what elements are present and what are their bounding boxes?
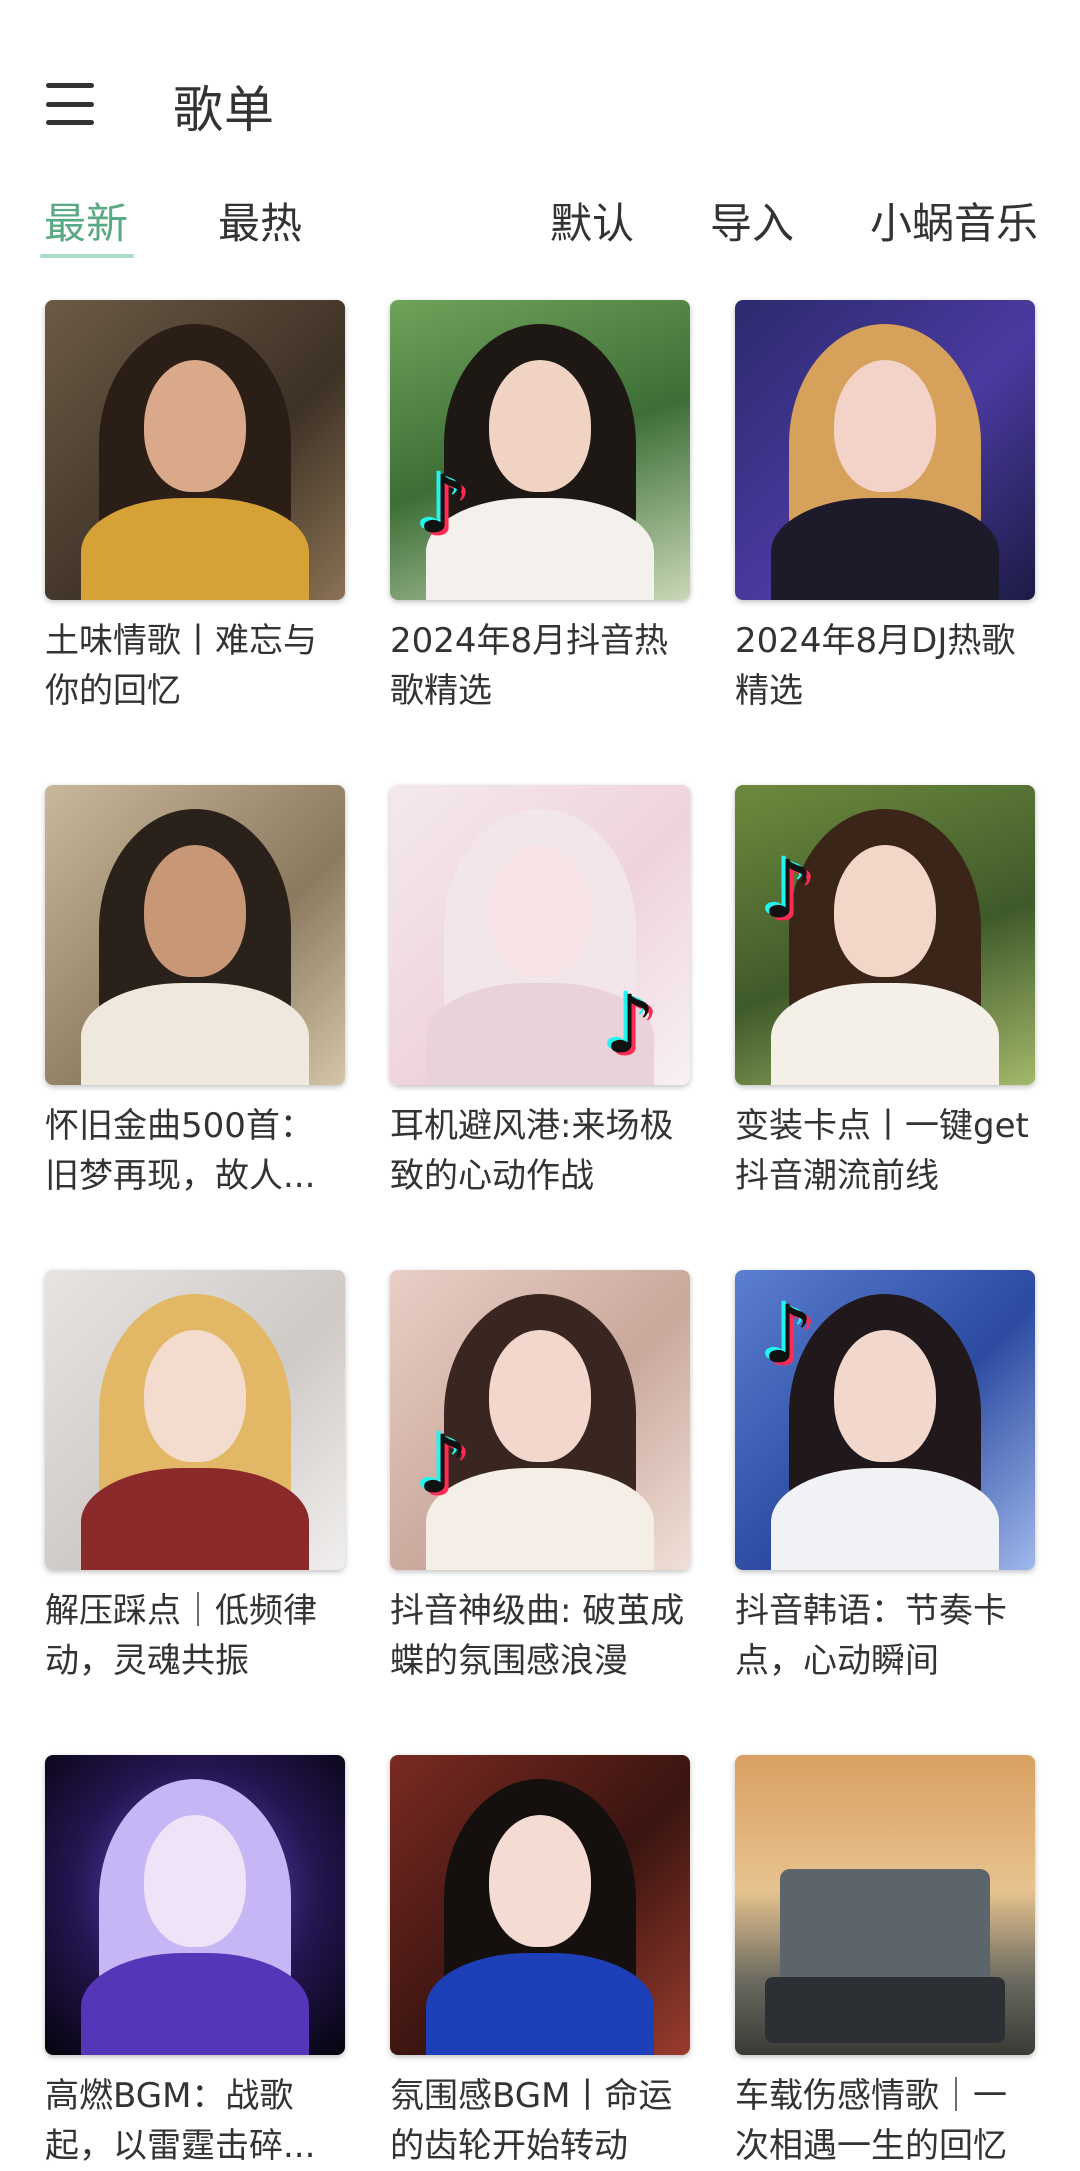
- tab-import[interactable]: 导入: [710, 190, 794, 251]
- playlist-card[interactable]: 氛围感BGM丨命运的齿轮开始转动: [390, 1755, 690, 2171]
- playlist-card[interactable]: 高燃BGM：战歌起，以雷霆击碎...: [45, 1755, 345, 2171]
- tiktok-logo-icon: ♪: [604, 978, 656, 1071]
- playlist-cover[interactable]: [735, 1755, 1035, 2055]
- tiktok-logo-icon: ♪: [762, 843, 814, 936]
- hamburger-menu-icon[interactable]: [40, 78, 100, 130]
- playlist-title: 变装卡点丨一键get抖音潮流前线: [735, 1106, 1029, 1196]
- playlist-card[interactable]: ♪ 变装卡点丨一键get抖音潮流前线: [735, 785, 1035, 1201]
- playlist-card[interactable]: ♪ 抖音神级曲: 破茧成蝶的氛围感浪漫: [390, 1270, 690, 1686]
- playlist-cover[interactable]: ♪: [390, 1270, 690, 1570]
- tiktok-logo-icon: ♪: [417, 1418, 469, 1511]
- playlist-cover[interactable]: ♪: [735, 1270, 1035, 1570]
- tab-snail-music[interactable]: 小蜗音乐: [870, 190, 1038, 251]
- app-header: 歌单: [0, 0, 1080, 170]
- tab-default[interactable]: 默认: [550, 190, 634, 251]
- playlist-title: 耳机避风港:来场极致的心动作战: [390, 1106, 674, 1196]
- playlist-card[interactable]: ♪ 抖音韩语：节奏卡点，心动瞬间: [735, 1270, 1035, 1686]
- tiktok-logo-icon: ♪: [417, 458, 469, 551]
- playlist-card[interactable]: ♪ 2024年8月抖音热歌精选: [390, 300, 690, 716]
- playlist-title: 怀旧金曲500首：旧梦再现，故人...: [45, 1106, 316, 1196]
- playlist-title: 2024年8月抖音热歌精选: [390, 621, 669, 711]
- tab-hottest[interactable]: 最热: [218, 190, 302, 251]
- playlist-cover[interactable]: ♪: [390, 300, 690, 600]
- playlist-cover[interactable]: [390, 1755, 690, 2055]
- playlist-card[interactable]: 2024年8月DJ热歌精选: [735, 300, 1035, 716]
- page-title: 歌单: [173, 81, 275, 139]
- playlist-title: 高燃BGM：战歌起，以雷霆击碎...: [45, 2076, 316, 2166]
- playlist-card[interactable]: 土味情歌丨难忘与你的回忆: [45, 300, 345, 716]
- playlist-title: 抖音神级曲: 破茧成蝶的氛围感浪漫: [390, 1591, 685, 1681]
- tiktok-logo-icon: ♪: [762, 1288, 814, 1381]
- playlist-title: 土味情歌丨难忘与你的回忆: [45, 621, 317, 711]
- filter-tabs: 最新 最热 默认 导入 小蜗音乐: [0, 180, 1080, 260]
- playlist-title: 抖音韩语：节奏卡点，心动瞬间: [735, 1591, 1007, 1681]
- tab-latest[interactable]: 最新: [44, 190, 128, 251]
- playlist-cover[interactable]: ♪: [735, 785, 1035, 1085]
- playlist-title: 解压踩点｜低频律动，灵魂共振: [45, 1591, 317, 1681]
- playlist-card[interactable]: 车载伤感情歌｜一次相遇一生的回忆: [735, 1755, 1035, 2171]
- playlist-card[interactable]: 怀旧金曲500首：旧梦再现，故人...: [45, 785, 345, 1201]
- active-tab-indicator: [40, 254, 134, 258]
- playlist-cover[interactable]: [45, 785, 345, 1085]
- playlist-cover[interactable]: ♪: [390, 785, 690, 1085]
- playlist-card[interactable]: 解压踩点｜低频律动，灵魂共振: [45, 1270, 345, 1686]
- playlist-cover[interactable]: [735, 300, 1035, 600]
- playlist-cover[interactable]: [45, 1755, 345, 2055]
- playlist-title: 氛围感BGM丨命运的齿轮开始转动: [390, 2076, 673, 2166]
- playlist-card[interactable]: ♪ 耳机避风港:来场极致的心动作战: [390, 785, 690, 1201]
- playlist-title: 车载伤感情歌｜一次相遇一生的回忆: [735, 2076, 1007, 2166]
- playlist-cover[interactable]: [45, 1270, 345, 1570]
- playlist-cover[interactable]: [45, 300, 345, 600]
- playlist-title: 2024年8月DJ热歌精选: [735, 621, 1016, 711]
